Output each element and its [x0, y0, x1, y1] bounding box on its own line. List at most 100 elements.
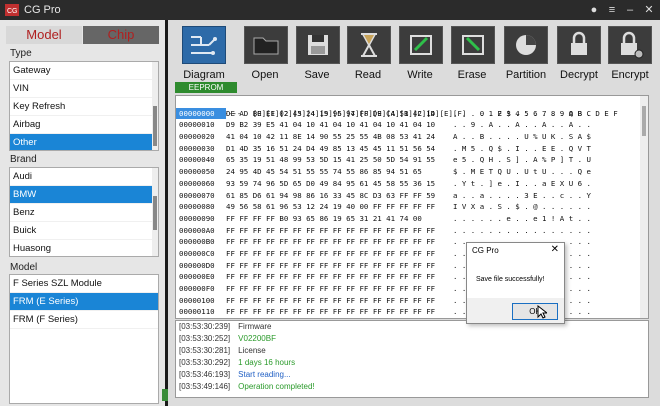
type-list-item[interactable]: Airbag: [10, 116, 158, 134]
tab-chip[interactable]: Chip: [83, 26, 159, 44]
type-list-item[interactable]: Gateway: [10, 62, 158, 80]
hex-row-address[interactable]: 00000120: [176, 318, 226, 319]
hex-row-address[interactable]: 00000110: [176, 306, 226, 318]
log-message: Firmware: [238, 322, 272, 331]
dialog-title: CG Pro: [472, 246, 499, 255]
brand-list-item[interactable]: Buick: [10, 222, 158, 240]
hex-view[interactable]: --------[0][1][2][3][4][5][6][7][8][9][A…: [175, 95, 649, 319]
erase-button[interactable]: Erase: [451, 26, 495, 86]
hex-row: 00000020 41 04 10 42 11 8E 14 90 55 25 55…: [176, 131, 648, 143]
ok-button[interactable]: OK: [512, 303, 558, 320]
eeprom-tab[interactable]: EEPROM: [175, 82, 237, 93]
brand-list-item[interactable]: Huasong: [10, 240, 158, 256]
partition-button[interactable]: Partition: [502, 26, 550, 86]
brand-list-item[interactable]: Audi: [10, 168, 158, 186]
dialog-message: Save file successfully!: [476, 276, 545, 283]
hex-row: 000000C0 FF FF FF FF FF FF FF FF FF FF FF…: [176, 248, 648, 260]
hex-row-address[interactable]: 00000030: [176, 143, 226, 155]
hex-row: 00000000 DE AD BE EF 02 45 24 19 95 94 FF…: [176, 107, 648, 120]
hex-row-address[interactable]: 00000060: [176, 178, 226, 190]
tab-model[interactable]: Model: [6, 26, 82, 44]
title-bar: CG CG Pro ● ≡ – ✕: [0, 0, 660, 20]
close-button[interactable]: ✕: [640, 2, 658, 18]
account-icon[interactable]: ●: [585, 2, 603, 18]
write-button[interactable]: Write: [399, 26, 443, 86]
type-list[interactable]: Gateway VIN Key Refresh Airbag Other: [9, 61, 159, 151]
brand-list[interactable]: Audi BMW Benz Buick Huasong: [9, 167, 159, 257]
hex-row-bytes[interactable]: 49 56 58 61 96 53 12 24 19 40 00 FF FF F…: [226, 201, 453, 213]
brand-list-item[interactable]: BMW: [10, 186, 158, 204]
hex-row-bytes[interactable]: FF FF FF FF FF FF FF FF FF FF FF FF FF F…: [226, 248, 453, 260]
hex-row-address[interactable]: 00000040: [176, 154, 226, 166]
dialog-close-icon[interactable]: ✕: [551, 244, 559, 255]
encrypt-label: Encrypt: [611, 69, 649, 81]
hex-row-bytes[interactable]: FF FF FF FF FF FF FF FF FF FF FF FF FF F…: [226, 225, 453, 237]
type-list-item[interactable]: Other: [10, 134, 158, 150]
hex-row-address[interactable]: 00000050: [176, 166, 226, 178]
hex-row-address[interactable]: 000000B0: [176, 236, 226, 248]
hex-row-address[interactable]: 00000000: [176, 107, 226, 120]
hex-row-bytes[interactable]: FF FF FF FF FF FF FF FF FF FF FF FF FF F…: [226, 271, 453, 283]
hex-row-bytes[interactable]: 61 85 D6 61 94 98 86 16 33 45 8C D3 63 F…: [226, 190, 453, 202]
hex-row-address[interactable]: 000000D0: [176, 260, 226, 272]
hex-row-address[interactable]: 00000010: [176, 119, 226, 131]
decrypt-button[interactable]: Decrypt: [555, 26, 603, 86]
save-dialog: CG Pro ✕ Save file successfully! OK: [466, 242, 565, 324]
model-list[interactable]: F Series SZL Module FRM (E Series) FRM (F …: [9, 274, 159, 404]
model-list-item[interactable]: F Series SZL Module: [10, 275, 158, 293]
save-button[interactable]: Save: [296, 26, 340, 86]
model-list-item[interactable]: FRM (F Series): [10, 311, 158, 329]
hex-row-bytes[interactable]: 41 04 10 42 11 8E 14 90 55 25 55 4B 08 5…: [226, 131, 453, 143]
hex-row-bytes[interactable]: FF FF FF FF FF FF FF FF FF FF FF FF FF F…: [226, 260, 453, 272]
hex-row-bytes[interactable]: D1 4D 35 16 51 24 D4 49 85 13 45 45 11 5…: [226, 143, 453, 155]
pencil-icon: [399, 26, 443, 64]
partition-label: Partition: [505, 69, 547, 81]
hex-row-address[interactable]: 00000020: [176, 131, 226, 143]
hex-row-bytes[interactable]: FF FF FF FF FF FF FF FF FF FF FF FF FF F…: [226, 318, 453, 319]
log-entry: [03:53:30:239] Firmware: [176, 321, 648, 333]
hex-row-address[interactable]: 000000C0: [176, 248, 226, 260]
hex-row-bytes[interactable]: FF FF FF FF B0 93 65 86 19 65 31 21 41 7…: [226, 213, 453, 225]
hex-row-address[interactable]: 00000090: [176, 213, 226, 225]
hex-row-bytes[interactable]: 65 35 19 51 48 99 53 5D 15 41 25 50 5D 5…: [226, 154, 453, 166]
brand-section-label: Brand: [10, 154, 37, 165]
hex-scrollbar[interactable]: [640, 96, 648, 318]
model-list-item[interactable]: FRM (E Series): [10, 293, 158, 311]
type-list-item[interactable]: Key Refresh: [10, 98, 158, 116]
hex-row-bytes[interactable]: DE AD BE EF 02 45 24 19 95 94 FF DE C4 5…: [226, 108, 453, 120]
hex-row-bytes[interactable]: FF FF FF FF FF FF FF FF FF FF FF FF FF F…: [226, 306, 453, 318]
diagram-button[interactable]: Diagram: [180, 26, 228, 86]
hex-row-address[interactable]: 00000100: [176, 295, 226, 307]
hex-row-ascii: $ . M E T Q U . U t U . . . Q e: [453, 167, 591, 177]
hex-row-ascii: . . . . . E $ . . . . . . Q B .: [453, 108, 591, 118]
hex-row-address[interactable]: 000000E0: [176, 271, 226, 283]
type-list-item[interactable]: VIN: [10, 80, 158, 98]
log-message: Start reading...: [238, 370, 291, 379]
hex-row: 00000030 D1 4D 35 16 51 24 D4 49 85 13 45…: [176, 143, 648, 155]
eraser-icon: [451, 26, 495, 64]
hex-row-bytes[interactable]: D9 B2 39 E5 41 04 10 41 04 10 41 04 10 4…: [226, 119, 453, 131]
encrypt-button[interactable]: Encrypt: [606, 26, 654, 86]
type-scrollbar[interactable]: [152, 62, 158, 150]
hex-row-bytes[interactable]: FF FF FF FF FF FF FF FF FF FF FF FF FF F…: [226, 295, 453, 307]
brand-scrollbar[interactable]: [152, 168, 158, 256]
hex-row: 000000A0 FF FF FF FF FF FF FF FF FF FF FF…: [176, 225, 648, 237]
log-message: License: [238, 346, 266, 355]
log-entry: [03:53:46:193] Start reading...: [176, 369, 648, 381]
hex-row-address[interactable]: 00000080: [176, 201, 226, 213]
hex-row-bytes[interactable]: 93 59 74 96 5D 65 D0 49 84 95 61 45 58 5…: [226, 178, 453, 190]
padlock-icon: [557, 26, 601, 64]
hex-row-address[interactable]: 000000F0: [176, 283, 226, 295]
brand-list-item[interactable]: Benz: [10, 204, 158, 222]
hex-row-bytes[interactable]: 24 95 4D 45 54 51 55 55 74 55 86 85 94 5…: [226, 166, 453, 178]
decrypt-label: Decrypt: [560, 69, 598, 81]
open-button[interactable]: Open: [244, 26, 288, 86]
hex-row-bytes[interactable]: FF FF FF FF FF FF FF FF FF FF FF FF FF F…: [226, 283, 453, 295]
menu-icon[interactable]: ≡: [603, 2, 621, 18]
minimize-button[interactable]: –: [621, 2, 639, 18]
hex-row-bytes[interactable]: FF FF FF FF FF FF FF FF FF FF FF FF FF F…: [226, 236, 453, 248]
hourglass-icon: [347, 26, 391, 64]
hex-row-address[interactable]: 000000A0: [176, 225, 226, 237]
hex-row-address[interactable]: 00000070: [176, 190, 226, 202]
read-button[interactable]: Read: [347, 26, 391, 86]
